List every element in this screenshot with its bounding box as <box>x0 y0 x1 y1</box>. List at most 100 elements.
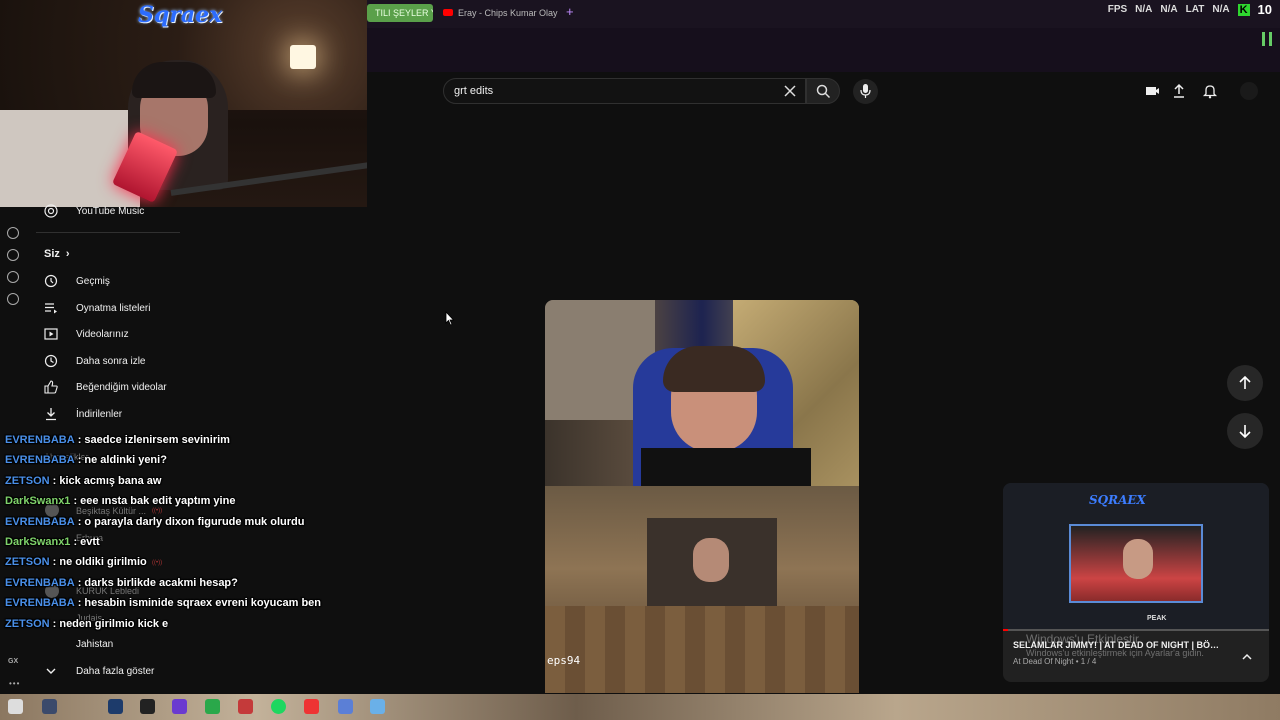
streamer-headphones <box>132 62 216 98</box>
sidebar-section-you[interactable]: Siz › <box>44 248 70 260</box>
chat-text: : hesabin isminide sqraex evreni koyucam… <box>77 597 322 610</box>
gx-icon[interactable]: GX <box>8 658 18 665</box>
video-bottom-frame: eps94 <box>545 486 859 693</box>
mini-nav-play-icon[interactable] <box>7 227 19 239</box>
miniplayer-progress-fill <box>1003 629 1009 631</box>
sidebar-item-liked-videos[interactable]: Beğendiğim videolar <box>44 376 224 398</box>
stat-value-2: N/A <box>1160 4 1178 15</box>
taskbar-app-icon[interactable] <box>238 699 253 714</box>
spotify-icon[interactable] <box>271 699 286 714</box>
sidebar-item-label: Oynatma listeleri <box>76 302 151 314</box>
sidebar-item-history[interactable]: Geçmiş <box>44 270 224 292</box>
search-icon <box>816 84 831 99</box>
miniplayer-video[interactable]: SQRAEX PEAK <box>1003 483 1269 631</box>
fps-value: N/A <box>1135 4 1153 15</box>
download-icon <box>46 408 56 421</box>
browser-tab-1[interactable]: TILI ŞEYLER YA <box>367 4 433 22</box>
mini-nav-settings-icon[interactable] <box>7 293 19 305</box>
windows-taskbar <box>0 694 1280 720</box>
kick-badge: K <box>1237 3 1250 16</box>
chat-text: : evtt <box>73 535 100 548</box>
chat-text: : saedce izlenirsem sevinirim <box>77 434 230 446</box>
arrow-down-icon <box>1239 425 1251 438</box>
taskbar-app-icon[interactable] <box>172 699 187 714</box>
chat-message: ZETSON: kick acmış bana aw <box>5 475 365 495</box>
new-tab-button[interactable]: + <box>566 4 574 20</box>
history-icon <box>44 274 58 288</box>
chat-username: EVRENBABA <box>5 597 75 610</box>
chat-message: EVRENBABA: darks birlikde acakmi hesap? <box>5 577 365 597</box>
mini-nav-clock-icon[interactable] <box>7 249 19 261</box>
youtube-music-icon <box>44 204 58 218</box>
chat-message: EVRENBABA: hesabin isminide sqraex evren… <box>5 597 365 617</box>
search-button[interactable] <box>806 78 840 104</box>
video-overlay-tag: eps94 <box>547 654 581 667</box>
streamer-logo: Sqraex <box>138 2 223 28</box>
chevron-right-icon: › <box>65 248 70 260</box>
taskbar-app-icon[interactable] <box>140 699 155 714</box>
shorts-video-player[interactable]: eps94 <box>545 300 859 693</box>
next-short-button[interactable] <box>1227 413 1263 449</box>
stream-chat-overlay: EVRENBABA: saedce izlenirsem sevinirim E… <box>5 434 365 638</box>
opera-gx-icon[interactable] <box>304 699 319 714</box>
taskbar-app-icon[interactable] <box>370 699 385 714</box>
notifications-bell-icon[interactable] <box>1202 83 1218 99</box>
search-box[interactable] <box>443 78 806 104</box>
webcam-lamp <box>290 45 316 69</box>
youtube-favicon-icon <box>443 9 453 16</box>
lat-value: N/A <box>1212 4 1230 15</box>
sidebar-item-label: Daha fazla göster <box>76 665 155 677</box>
chat-message: ZETSON: neden girilmio kick e <box>5 618 365 638</box>
sidebar-item-your-videos[interactable]: Videolarınız <box>44 323 224 345</box>
streamer-webcam: Sqraex <box>0 0 367 207</box>
create-icon[interactable] <box>1144 83 1160 99</box>
pause-icon[interactable] <box>1262 32 1272 46</box>
sidebar-item-watch-later[interactable]: Daha sonra izle <box>44 350 224 372</box>
voice-search-button[interactable] <box>853 79 878 104</box>
your-videos-icon <box>44 328 58 340</box>
sidebar-item-label: Geçmiş <box>76 275 110 287</box>
chat-username: EVRENBABA <box>5 454 75 467</box>
fps-label: FPS <box>1107 4 1128 15</box>
like-icon <box>44 380 58 394</box>
sidebar-item-label: Jahistan <box>76 638 114 650</box>
chat-text: : kick acmış bana aw <box>52 474 162 487</box>
whatsapp-icon[interactable] <box>205 699 220 714</box>
browser-tab-2[interactable]: Eray - Chips Kumar Olayı <box>438 4 558 22</box>
chat-text: : o parayla darly dixon figurude muk olu… <box>77 515 305 528</box>
taskbar-app-icon[interactable] <box>338 699 353 714</box>
sidebar-item-downloads[interactable]: İndirilenler <box>44 403 224 425</box>
miniplayer-subtitle: At Dead Of Night • 1 / 4 <box>1013 657 1097 666</box>
sidebar-item-label: Daha sonra izle <box>76 355 146 367</box>
browser-tab-2-label: Eray - Chips Kumar Olayı <box>458 8 558 18</box>
windows-activation-text: Windows'u etkinleştirmek için Ayarlar'a … <box>1026 648 1204 658</box>
chat-username: EVRENBABA <box>5 515 75 528</box>
sidebar-item-playlists[interactable]: Oynatma listeleri <box>44 297 224 319</box>
chat-message: EVRENBABA: ne aldinki yeni? <box>5 454 365 474</box>
chat-username: ZETSON <box>5 556 50 569</box>
clear-search-icon[interactable] <box>783 84 797 98</box>
previous-short-button[interactable] <box>1227 365 1263 401</box>
miniplayer-face <box>1123 539 1153 579</box>
sidebar-item-youtube-music[interactable]: YouTube Music <box>44 200 224 222</box>
playlist-icon <box>45 303 57 314</box>
taskbar-app-icon[interactable] <box>42 699 57 714</box>
mini-nav-messenger-icon[interactable] <box>7 271 19 283</box>
chat-message: EVRENBABA: o parayla darly dixon figurud… <box>5 516 365 536</box>
chat-text: : darks birlikde acakmi hesap? <box>77 576 238 589</box>
more-icon[interactable]: ••• <box>9 679 20 688</box>
webcam-shelf <box>0 110 140 207</box>
show-more-button[interactable]: Daha fazla göster <box>44 660 224 682</box>
chevron-up-icon[interactable] <box>1241 651 1253 663</box>
avatar[interactable] <box>1240 82 1258 100</box>
steam-icon[interactable] <box>108 699 123 714</box>
video-headphones <box>663 346 765 392</box>
upload-icon[interactable] <box>1171 83 1187 99</box>
miniplayer-progress-bar[interactable] <box>1003 629 1269 631</box>
section-title: Siz <box>44 248 60 260</box>
watch-later-icon <box>44 354 58 368</box>
chat-text: : neden girilmio kick e <box>52 617 169 630</box>
video-top-frame <box>545 300 859 488</box>
windows-start-icon[interactable] <box>8 699 23 714</box>
search-input[interactable] <box>454 85 774 97</box>
